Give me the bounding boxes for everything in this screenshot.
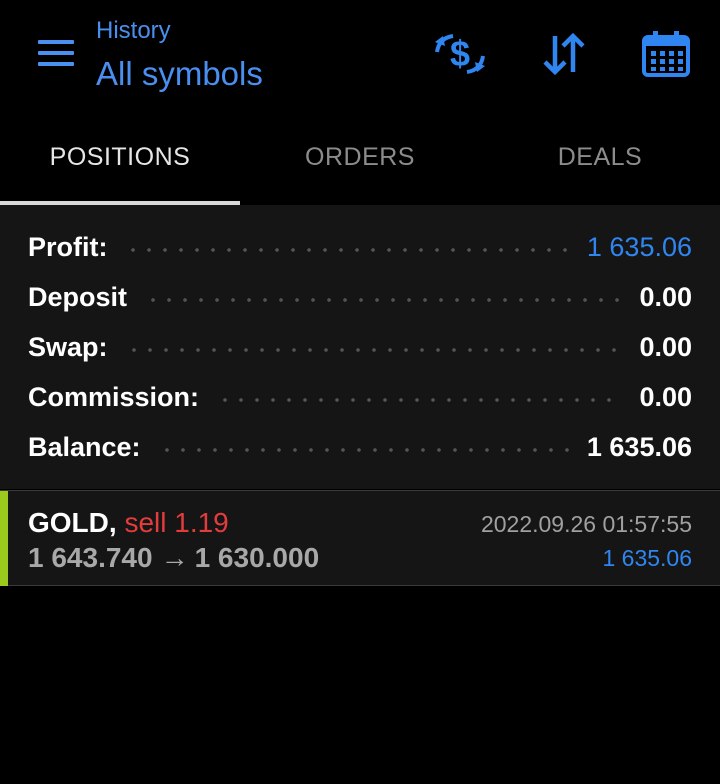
- summary-panel: Profit: 1 635.06 Deposit 0.00 Swap: 0.00…: [0, 205, 720, 489]
- summary-row-profit: Profit: 1 635.06: [28, 227, 692, 267]
- profit-label: Profit:: [28, 231, 108, 262]
- dotted-leader: [217, 398, 622, 402]
- position-time: 2022.09.26 01:57:55: [480, 511, 692, 537]
- commission-value: 0.00: [639, 381, 692, 412]
- dotted-leader: [125, 348, 622, 352]
- deposit-value: 0.00: [639, 281, 692, 312]
- title-block[interactable]: History All symbols: [96, 16, 263, 96]
- position-profit: 1 635.06: [602, 545, 692, 571]
- position-type: sell 1.19: [124, 507, 229, 538]
- summary-row-commission: Commission: 0.00: [28, 377, 692, 417]
- sort-arrows-icon[interactable]: [536, 28, 592, 80]
- dotted-leader: [158, 448, 569, 452]
- toolbar: History All symbols $: [0, 0, 720, 110]
- balance-value: 1 635.06: [586, 431, 692, 462]
- tab-positions[interactable]: POSITIONS: [0, 110, 240, 205]
- balance-label: Balance:: [28, 431, 141, 462]
- close-price: 1 630.000: [194, 542, 320, 573]
- deposit-label: Deposit: [28, 281, 128, 312]
- history-tabs: POSITIONS ORDERS DEALS: [0, 110, 720, 205]
- tab-deals[interactable]: DEALS: [480, 110, 720, 205]
- calendar-icon[interactable]: [638, 28, 694, 80]
- page-title: All symbols: [96, 55, 263, 92]
- position-prices: 1 643.740 → 1 630.000: [28, 541, 319, 575]
- hamburger-menu-icon[interactable]: [30, 30, 82, 76]
- dotted-leader: [125, 248, 569, 252]
- summary-row-swap: Swap: 0.00: [28, 327, 692, 367]
- open-price: 1 643.740: [28, 542, 153, 573]
- summary-row-balance: Balance: 1 635.06: [28, 427, 692, 467]
- commission-label: Commission:: [28, 381, 200, 412]
- dollar-refresh-icon[interactable]: $: [432, 28, 488, 80]
- dotted-leader: [145, 298, 622, 302]
- list-item-position[interactable]: GOLD, sell 1.19 1 643.740 → 1 630.000 2022…: [0, 490, 720, 586]
- swap-value: 0.00: [639, 331, 692, 362]
- page-subtitle: History: [96, 17, 171, 44]
- swap-label: Swap:: [28, 331, 108, 362]
- position-header: GOLD, sell 1.19: [28, 506, 229, 540]
- arrow-right-icon: →: [160, 542, 189, 573]
- summary-row-deposit: Deposit 0.00: [28, 277, 692, 317]
- profit-value: 1 635.06: [586, 231, 692, 262]
- tab-orders[interactable]: ORDERS: [240, 110, 480, 205]
- position-indicator-bar: [0, 491, 8, 586]
- position-symbol: GOLD,: [28, 507, 117, 538]
- svg-text:$: $: [450, 33, 470, 74]
